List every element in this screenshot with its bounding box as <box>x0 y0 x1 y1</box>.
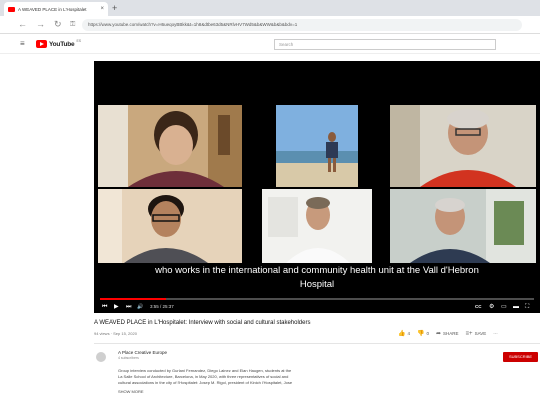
video-player[interactable]: who works in the international and commu… <box>94 61 540 313</box>
dislike-count: 0 <box>426 331 429 336</box>
youtube-region-code: ES <box>76 39 82 43</box>
browser-toolbar: ← → ↻ ⚿ https://www.youtube.com/watch?v=… <box>0 16 540 34</box>
youtube-logo[interactable]: YouTube ES <box>36 39 82 48</box>
channel-name[interactable]: A Place Creative Europe <box>118 350 167 355</box>
player-controls: ⏮ ▶ ⏭ 🔊 3:55 / 25:37 CC ⚙ ▭ ▬ ⛶ <box>94 301 540 313</box>
theater-mode-icon[interactable]: ▬ <box>513 302 519 312</box>
save-label: SAVE <box>474 331 487 336</box>
share-icon: ➦ <box>436 331 442 337</box>
participant-video-tile <box>390 105 536 187</box>
channel-subscriber-count: 4 subscribers <box>118 356 139 360</box>
share-label: SHARE <box>443 331 459 336</box>
subscribe-button[interactable]: SUBSCRIBE <box>503 352 538 362</box>
youtube-favicon-icon <box>8 6 15 12</box>
browser-tab[interactable]: A WEAVED PLACE in L'Hospitalet × <box>4 2 108 16</box>
caption-line: Hospital <box>299 279 335 290</box>
participant-video-tile <box>98 105 242 187</box>
like-count: 4 <box>407 331 410 336</box>
thumbs-down-icon: 👎 <box>417 331 425 337</box>
settings-icon[interactable]: ⚙ <box>489 302 494 312</box>
more-icon: ··· <box>493 331 498 336</box>
youtube-header: ≡ YouTube ES Search <box>0 34 540 54</box>
dislike-button[interactable]: 👎 0 <box>417 330 429 337</box>
youtube-play-logo-icon <box>36 40 47 48</box>
forward-icon[interactable]: → <box>36 19 45 30</box>
video-title: A WEAVED PLACE in L'Hospitalet: Intervie… <box>94 320 311 326</box>
next-icon[interactable]: ⏭ <box>126 302 131 312</box>
subtitles-icon[interactable]: CC <box>475 302 482 312</box>
youtube-logo-text: YouTube <box>49 40 75 48</box>
previous-icon[interactable]: ⏮ <box>102 302 107 312</box>
back-icon[interactable]: ← <box>18 19 27 30</box>
video-actions: 👍 4 👎 0 ➦ SHARE ≡+ SAVE ··· <box>398 330 498 338</box>
time-display: 3:55 / 25:37 <box>150 304 174 309</box>
more-actions-button[interactable]: ··· <box>493 331 498 336</box>
close-tab-icon[interactable]: × <box>100 6 104 12</box>
divider <box>94 343 540 344</box>
volume-icon[interactable]: 🔊 <box>137 302 143 312</box>
video-description: Group interview conducted by Gurlani Fer… <box>118 368 330 395</box>
video-meta: 94 views · Sep 15, 2020 <box>94 331 137 336</box>
search-input[interactable]: Search <box>274 39 496 50</box>
share-button[interactable]: ➦ SHARE <box>436 330 459 337</box>
playlist-add-icon: ≡+ <box>465 330 473 337</box>
show-more-link[interactable]: SHOW MORE <box>118 389 330 395</box>
reload-icon[interactable]: ↻ <box>54 19 62 30</box>
participant-video-tile <box>98 189 242 263</box>
browser-tabstrip: A WEAVED PLACE in L'Hospitalet × + <box>0 0 540 16</box>
participant-video-tile <box>390 189 536 263</box>
description-line: cultural associations in the city of l'H… <box>118 380 293 386</box>
miniplayer-icon[interactable]: ▭ <box>501 302 507 312</box>
progress-bar[interactable] <box>100 298 534 300</box>
caption-line: who works in the international and commu… <box>155 265 479 276</box>
participant-video-tile <box>262 189 372 263</box>
like-button[interactable]: 👍 4 <box>398 330 410 337</box>
participant-video-tile <box>276 105 358 187</box>
lock-icon[interactable]: ⚿ <box>70 19 75 30</box>
address-bar[interactable]: https://www.youtube.com/watch?v=H6ueqoyB… <box>82 19 522 31</box>
fullscreen-icon[interactable]: ⛶ <box>525 302 529 312</box>
save-button[interactable]: ≡+ SAVE <box>466 331 487 337</box>
menu-icon[interactable]: ≡ <box>20 39 25 48</box>
play-icon[interactable]: ▶ <box>114 302 119 312</box>
thumbs-up-icon: 👍 <box>398 331 406 337</box>
channel-avatar[interactable] <box>96 352 106 362</box>
new-tab-icon[interactable]: + <box>112 3 117 13</box>
tab-title: A WEAVED PLACE in L'Hospitalet <box>18 6 87 12</box>
progress-fill <box>100 298 167 300</box>
